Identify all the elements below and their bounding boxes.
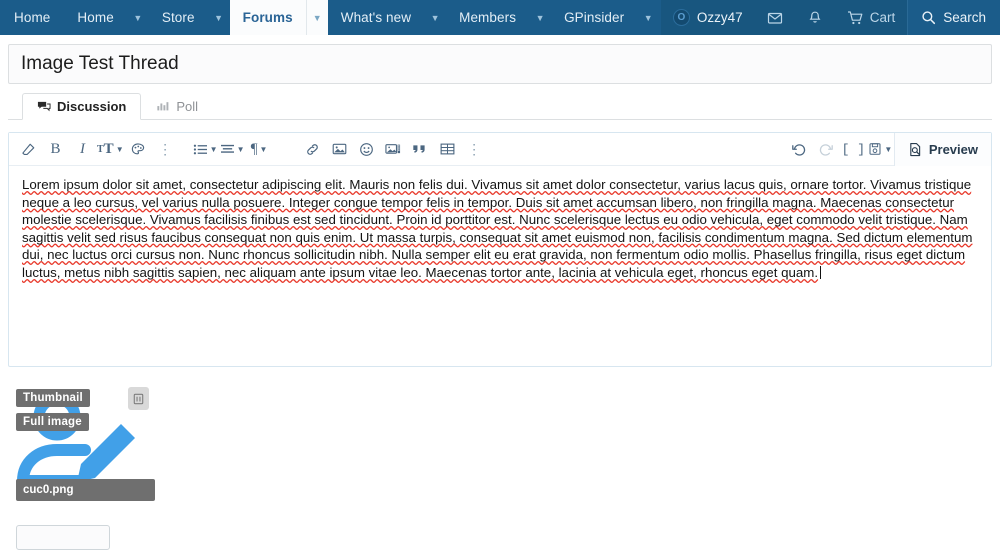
site-watermark: X enVn.Com (828, 532, 1000, 558)
chevron-down-icon[interactable]: ▼ (305, 0, 328, 35)
text-cursor (820, 265, 822, 279)
envelope-icon[interactable] (754, 0, 795, 35)
search-button[interactable]: Search (908, 0, 1000, 35)
nav-item-store[interactable]: Store ▼ (149, 0, 230, 35)
quote-icon[interactable] (408, 137, 433, 162)
chevron-down-icon[interactable]: ▼ (424, 0, 446, 35)
cart-icon (847, 10, 863, 24)
table-icon[interactable] (435, 137, 460, 162)
preview-label: Preview (928, 141, 978, 157)
message-body-input[interactable]: Lorem ipsum dolor sit amet, consectetur … (9, 166, 991, 366)
preview-button[interactable]: Preview (893, 132, 991, 166)
nav-primary-items: Home Home ▼ Store ▼ Forums ▼ What's new … (0, 0, 659, 35)
nav-item-members[interactable]: Members ▼ (446, 0, 551, 35)
thread-title-section: Image Test Thread (0, 35, 1000, 84)
page-root: Home Home ▼ Store ▼ Forums ▼ What's new … (0, 0, 1000, 558)
bbcode-icon[interactable]: [ ] (841, 137, 866, 162)
thread-title-input[interactable]: Image Test Thread (8, 44, 992, 84)
nav-label[interactable]: Home (64, 0, 126, 35)
attachment-full-image-button[interactable]: Full image (16, 413, 89, 431)
bell-icon[interactable] (794, 0, 835, 35)
comments-icon (37, 101, 51, 112)
nav-item-home-1[interactable]: Home (0, 0, 64, 35)
attachment-actions-button[interactable] (16, 525, 110, 550)
editor-toolbar: B I T T ▼ ⋮ ▼ ▼ ¶ ▼ ⋮ [] ▼ Preview (9, 132, 991, 166)
editor-tabs: Discussion Poll (8, 93, 992, 120)
search-label: Search (943, 10, 986, 25)
chart-bar-icon (157, 102, 169, 111)
attachment-filename: cuc0.png (16, 479, 155, 501)
bold-icon[interactable]: B (43, 137, 68, 162)
media-gallery-icon[interactable] (381, 137, 406, 162)
text-color-icon[interactable] (126, 137, 151, 162)
nav-item-whats-new[interactable]: What's new ▼ (328, 0, 446, 35)
tab-label: Poll (176, 99, 199, 114)
nav-item-gpinsider[interactable]: GPinsider ▼ (551, 0, 659, 35)
attachment-delete-button[interactable] (128, 387, 149, 410)
image-icon[interactable] (327, 137, 352, 162)
nav-item-home-2[interactable]: Home ▼ (64, 0, 148, 35)
message-editor: B I T T ▼ ⋮ ▼ ▼ ¶ ▼ ⋮ [] ▼ Preview Lore… (8, 132, 992, 367)
chevron-down-icon[interactable]: ▼ (529, 0, 551, 35)
tab-poll[interactable]: Poll (141, 93, 213, 120)
cart-button[interactable]: Cart (834, 0, 908, 35)
nav-item-forums[interactable]: Forums ▼ (229, 0, 328, 35)
attachment-thumbnail-button[interactable]: Thumbnail (16, 389, 90, 407)
link-icon[interactable] (300, 137, 325, 162)
nav-label[interactable]: Members (446, 0, 529, 35)
username-label: Ozzy47 (696, 10, 743, 25)
attachment-item[interactable]: Thumbnail Full image cuc0.png (8, 379, 155, 509)
nav-label[interactable]: What's new (328, 0, 424, 35)
insert-more-icon[interactable]: ⋮ (462, 137, 487, 162)
inline-more-icon[interactable]: ⋮ (153, 137, 178, 162)
font-size-icon[interactable]: T T ▼ (97, 137, 124, 162)
trash-icon (133, 393, 144, 404)
search-icon (922, 11, 936, 25)
attachments-section: Thumbnail Full image cuc0.png (8, 379, 992, 550)
undo-icon[interactable] (787, 137, 812, 162)
tab-discussion[interactable]: Discussion (22, 93, 142, 120)
remove-formatting-icon[interactable] (16, 137, 41, 162)
paragraph-icon[interactable]: ¶ ▼ (247, 137, 272, 162)
user-menu[interactable]: O Ozzy47 (660, 0, 755, 35)
top-navigation-bar: Home Home ▼ Store ▼ Forums ▼ What's new … (0, 0, 1000, 35)
italic-icon[interactable]: I (70, 137, 95, 162)
nav-label[interactable]: Forums (230, 0, 306, 35)
chevron-down-icon[interactable]: ▼ (208, 0, 230, 35)
chevron-down-icon[interactable]: ▼ (127, 0, 149, 35)
cart-label: Cart (869, 10, 896, 25)
nav-label[interactable]: GPinsider (551, 0, 637, 35)
nav-secondary-items: O Ozzy47 Cart Search (660, 0, 1000, 35)
chevron-down-icon[interactable]: ▼ (637, 0, 659, 35)
message-text: Lorem ipsum dolor sit amet, consectetur … (22, 177, 973, 280)
unordered-list-icon[interactable]: ▼ (193, 137, 218, 162)
smilies-icon[interactable] (354, 137, 379, 162)
avatar: O (672, 9, 690, 26)
text-align-icon[interactable]: ▼ (220, 137, 245, 162)
nav-label[interactable]: Store (149, 0, 208, 35)
drafts-icon[interactable]: ▼ (868, 137, 893, 162)
tab-label: Discussion (57, 99, 127, 114)
nav-label[interactable]: Home (0, 0, 64, 35)
preview-icon (910, 142, 921, 156)
redo-icon[interactable] (814, 137, 839, 162)
